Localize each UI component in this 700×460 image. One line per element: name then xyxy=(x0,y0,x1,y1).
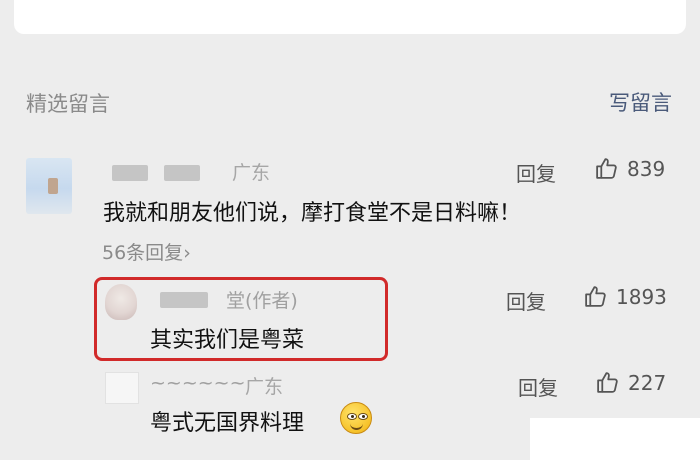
highlight-box xyxy=(94,277,388,361)
blurred-username xyxy=(112,165,148,181)
like-button[interactable]: 839 xyxy=(594,156,665,181)
replies-count: 56条回复 xyxy=(102,242,184,264)
previous-card xyxy=(14,0,686,34)
comment-text: 我就和朋友他们说，摩打食堂不是日料嘛！ xyxy=(103,201,522,226)
thumbs-up-icon xyxy=(597,372,618,393)
reply-text: 粤式无国界料理 xyxy=(150,411,305,436)
username-label: ~~~~~~ xyxy=(150,372,246,394)
smirk-emoji-icon xyxy=(340,402,372,434)
reply-button[interactable]: 回复 xyxy=(506,286,546,315)
view-replies-link[interactable]: 56条回复› xyxy=(102,238,191,265)
avatar[interactable] xyxy=(26,158,72,214)
section-title: 精选留言 xyxy=(26,92,110,116)
chevron-right-icon: › xyxy=(183,242,191,264)
like-count: 839 xyxy=(627,156,666,181)
like-count: 227 xyxy=(628,370,667,395)
avatar[interactable] xyxy=(105,372,139,404)
like-button[interactable]: 1893 xyxy=(583,284,667,309)
reply-button[interactable]: 回复 xyxy=(516,158,556,187)
like-button[interactable]: 227 xyxy=(595,370,666,395)
white-patch xyxy=(530,418,700,460)
thumbs-up-icon xyxy=(585,286,606,307)
location-label: 广东 xyxy=(245,376,284,398)
blurred-username xyxy=(164,165,200,181)
thumbs-up-icon xyxy=(596,158,617,179)
write-comment-link[interactable]: 写留言 xyxy=(609,87,672,117)
location-label: 广东 xyxy=(232,162,271,184)
like-count: 1893 xyxy=(616,284,667,309)
reply-button[interactable]: 回复 xyxy=(518,372,558,401)
